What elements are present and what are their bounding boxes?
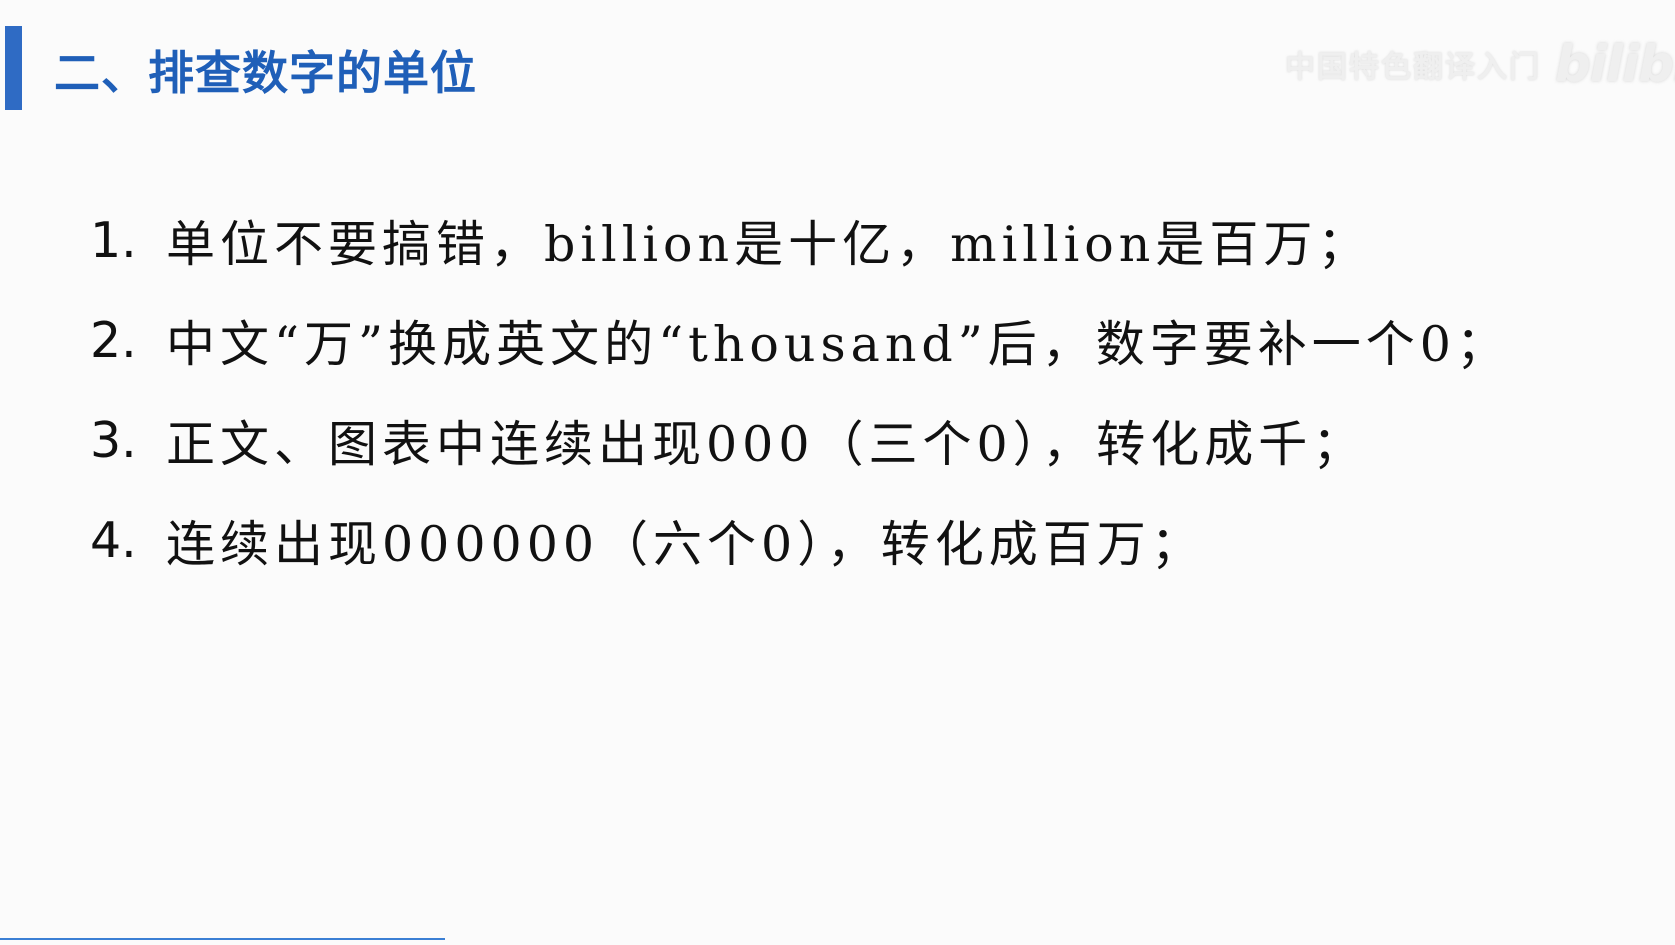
list-item-text: 中文“万”换成英文的“thousand”后，数字要补一个0； [166, 315, 1510, 373]
slide-title: 二、排查数字的单位 [54, 46, 477, 100]
list-item-text: 正文、图表中连续出现000（三个0），转化成千； [166, 415, 1367, 473]
list-item: 1. 单位不要搞错，billion是十亿，million是百万； [90, 190, 1510, 290]
list-item-text: 单位不要搞错，billion是十亿，million是百万； [166, 215, 1372, 273]
bilibili-logo-icon: bilibili [1555, 35, 1675, 93]
list-item-number: 2. [90, 311, 137, 369]
list-item: 3. 正文、图表中连续出现000（三个0），转化成千； [90, 390, 1510, 490]
list-item-number: 4. [90, 511, 137, 569]
content-list: 1. 单位不要搞错，billion是十亿，million是百万； 2. 中文“万… [90, 190, 1510, 590]
list-item-text: 连续出现000000（六个0），转化成百万； [166, 515, 1205, 573]
list-item-number: 1. [90, 211, 137, 269]
list-item: 2. 中文“万”换成英文的“thousand”后，数字要补一个0； [90, 290, 1510, 390]
watermark-text: 中国特色翻译入门 [1285, 50, 1541, 85]
list-item-number: 3. [90, 411, 137, 469]
list-item: 4. 连续出现000000（六个0），转化成百万； [90, 490, 1510, 590]
title-accent-bar [5, 26, 22, 110]
slide: 二、排查数字的单位 中国特色翻译入门 bilibili 1. 单位不要搞错，bi… [0, 0, 1675, 945]
bottom-divider [0, 938, 445, 940]
watermark: 中国特色翻译入门 bilibili [1285, 35, 1675, 93]
